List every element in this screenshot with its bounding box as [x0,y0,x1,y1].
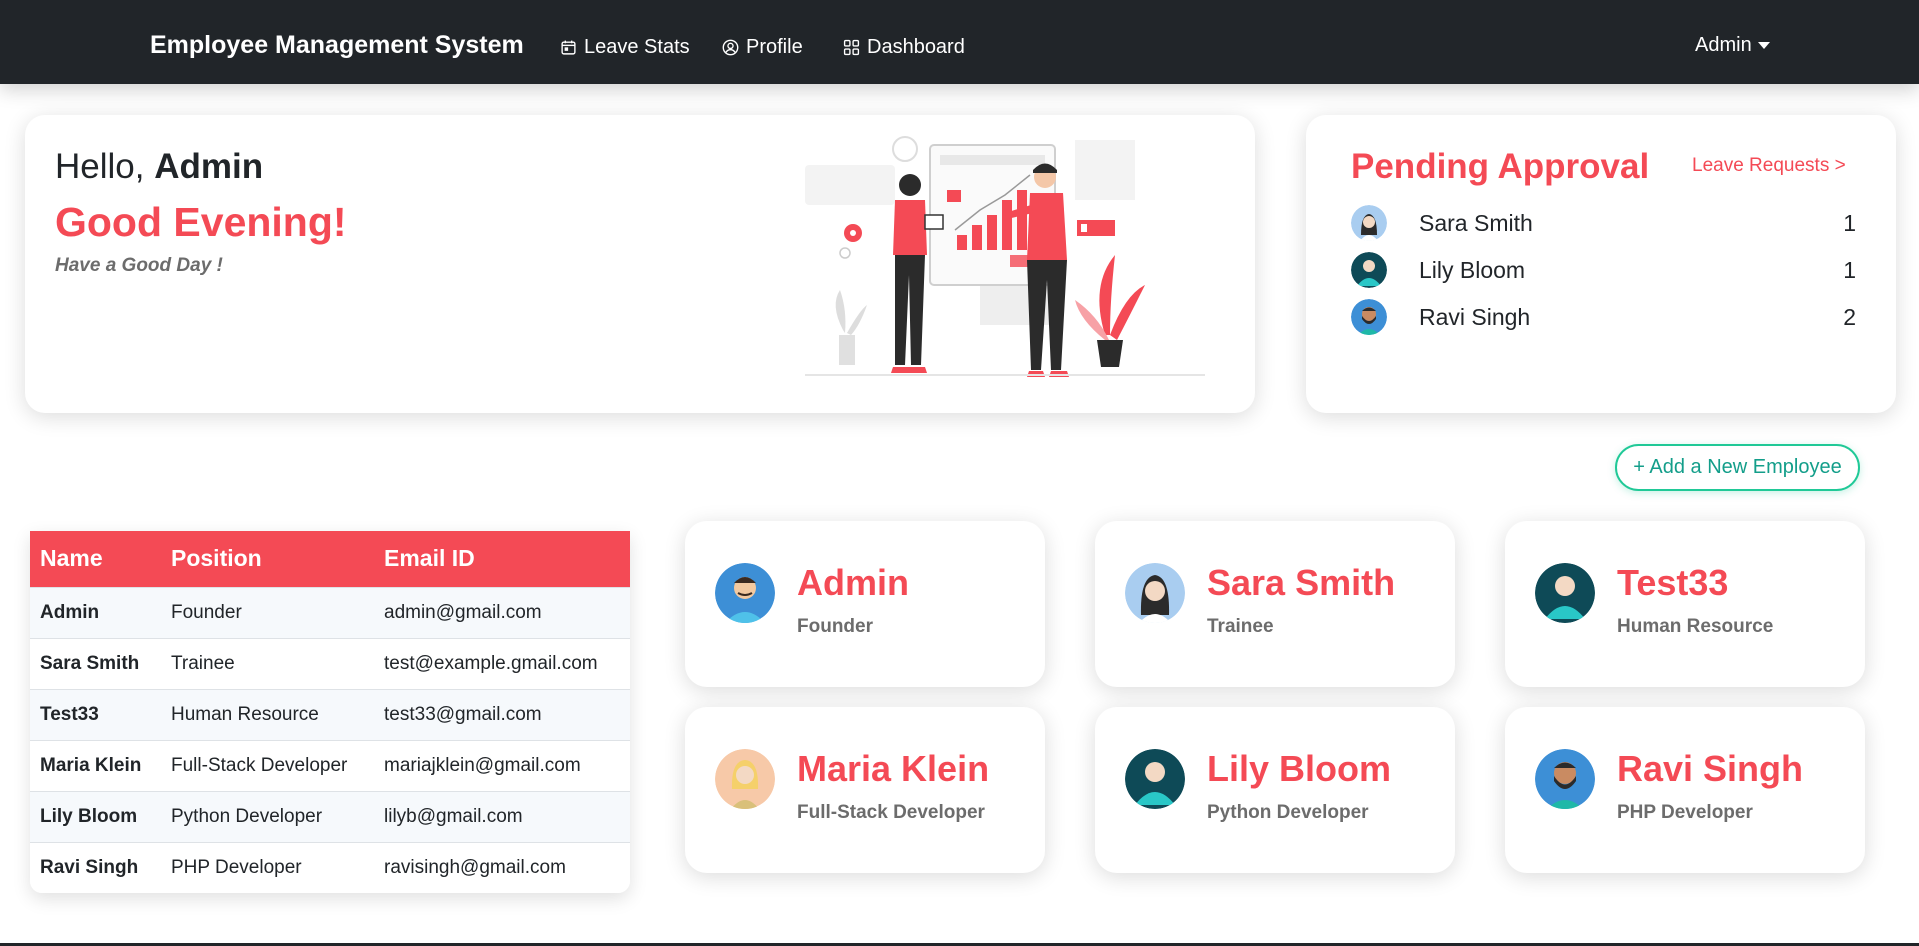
cell-position: Human Resource [171,703,319,725]
grid-icon [843,39,860,56]
avatar [1125,563,1185,623]
nav-dashboard-label: Dashboard [867,36,965,58]
top-navbar: Employee Management System Leave Stats P… [0,0,1919,84]
nav-profile-label: Profile [746,36,803,58]
pending-approval-card: Pending Approval Leave Requests > Sara S… [1306,115,1896,413]
greeting-card: Hello, Admin Good Evening! Have a Good D… [25,115,1255,413]
employee-position: Full-Stack Developer [797,802,985,823]
hello-user: Admin [154,147,264,186]
employee-name: Admin [797,562,909,603]
avatar [1351,205,1387,241]
avatar [1535,563,1595,623]
pending-item[interactable]: Lily Bloom 1 [1351,252,1856,288]
employee-position: Python Developer [1207,802,1369,823]
cell-email: test33@gmail.com [384,703,542,725]
cell-position: Python Developer [171,805,323,827]
hello-prefix: Hello, [55,147,155,186]
avatar [715,749,775,809]
employee-card[interactable]: Ravi Singh PHP Developer [1505,707,1865,873]
table-row[interactable]: Sara Smith Trainee test@example.gmail.co… [30,638,630,689]
header-name[interactable]: Name [30,531,161,587]
pending-count: 1 [1843,209,1856,236]
avatar [1351,299,1387,335]
calendar-icon [561,40,576,55]
employee-card[interactable]: Admin Founder [685,521,1045,687]
avatar [1125,749,1185,809]
cell-email: ravisingh@gmail.com [384,856,566,878]
avatar [1535,749,1595,809]
employee-card[interactable]: Test33 Human Resource [1505,521,1865,687]
table-row[interactable]: Admin Founder admin@gmail.com [30,587,630,638]
employee-position: Human Resource [1617,616,1774,637]
user-circle-icon [722,39,739,56]
table-row[interactable]: Maria Klein Full-Stack Developer mariajk… [30,740,630,791]
avatar [1351,252,1387,288]
presentation-illustration [805,136,1205,377]
employee-position: Founder [797,616,873,637]
cell-position: Founder [171,601,242,623]
pending-name: Lily Bloom [1419,256,1526,283]
time-greeting: Good Evening! [55,199,347,245]
employee-table: Name Position Email ID Admin Founder adm… [30,531,630,893]
cell-email: lilyb@gmail.com [384,805,523,827]
add-employee-button[interactable]: + Add a New Employee [1615,444,1860,491]
nav-profile[interactable]: Profile [722,36,803,59]
cell-name: Test33 [40,703,99,725]
leave-requests-link[interactable]: Leave Requests > [1692,155,1846,177]
table-header-row: Name Position Email ID [30,531,630,587]
chevron-down-icon [1757,42,1770,49]
employee-position: PHP Developer [1617,802,1753,823]
table-row[interactable]: Test33 Human Resource test33@gmail.com [30,689,630,740]
brand-title[interactable]: Employee Management System [150,31,524,60]
employee-name: Ravi Singh [1617,748,1804,789]
nav-dashboard[interactable]: Dashboard [843,36,965,59]
cell-name: Lily Bloom [40,805,138,827]
cell-position: Trainee [171,652,235,674]
employee-name: Sara Smith [1207,562,1396,603]
pending-approval-title: Pending Approval [1351,147,1650,186]
cell-position: Full-Stack Developer [171,754,348,776]
employee-name: Lily Bloom [1207,748,1392,789]
cell-name: Ravi Singh [40,856,139,878]
tagline: Have a Good Day ! [55,255,223,276]
cell-name: Sara Smith [40,652,140,674]
cell-email: mariajklein@gmail.com [384,754,581,776]
cell-email: test@example.gmail.com [384,652,598,674]
user-dropdown-label: Admin [1695,34,1752,56]
employee-position: Trainee [1207,616,1274,637]
pending-name: Ravi Singh [1419,303,1531,330]
employee-card[interactable]: Lily Bloom Python Developer [1095,707,1455,873]
cell-name: Admin [40,601,100,623]
nav-leave-stats[interactable]: Leave Stats [560,36,690,59]
user-dropdown[interactable]: Admin [1695,34,1770,57]
hello-text: Hello, Admin [55,147,263,187]
employee-card[interactable]: Sara Smith Trainee [1095,521,1455,687]
pending-count: 2 [1843,303,1856,330]
cell-position: PHP Developer [171,856,302,878]
table-row[interactable]: Ravi Singh PHP Developer ravisingh@gmail… [30,842,630,893]
avatar [715,563,775,623]
nav-leave-stats-label: Leave Stats [584,36,690,58]
pending-item[interactable]: Sara Smith 1 [1351,205,1856,241]
table-row[interactable]: Lily Bloom Python Developer lilyb@gmail.… [30,791,630,842]
header-email[interactable]: Email ID [374,531,630,587]
cell-name: Maria Klein [40,754,142,776]
header-position[interactable]: Position [161,531,374,587]
pending-count: 1 [1843,256,1856,283]
employee-name: Maria Klein [797,748,990,789]
cell-email: admin@gmail.com [384,601,542,623]
employee-card[interactable]: Maria Klein Full-Stack Developer [685,707,1045,873]
employee-name: Test33 [1617,562,1729,603]
pending-item[interactable]: Ravi Singh 2 [1351,299,1856,335]
pending-name: Sara Smith [1419,209,1533,236]
